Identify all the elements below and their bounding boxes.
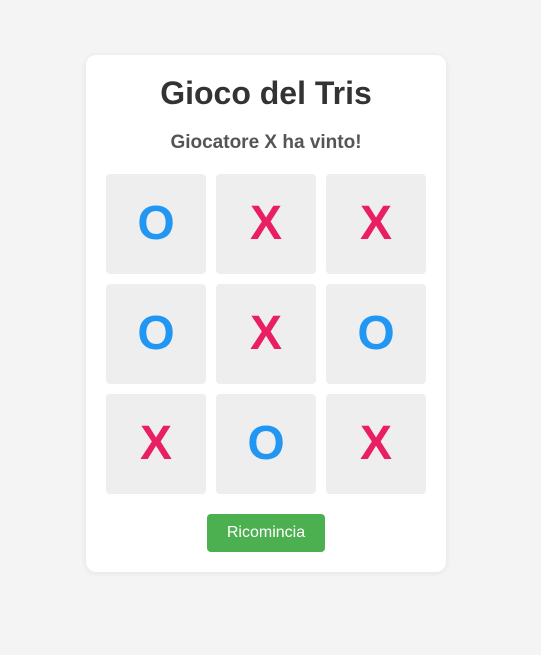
game-card: Gioco del Tris Giocatore X ha vinto! O X… bbox=[86, 55, 446, 572]
game-status: Giocatore X ha vinto! bbox=[170, 132, 362, 153]
board-cell[interactable]: O bbox=[326, 284, 426, 384]
board-cell[interactable]: O bbox=[106, 284, 206, 384]
board-cell[interactable]: X bbox=[326, 174, 426, 274]
board-cell[interactable]: O bbox=[216, 394, 316, 494]
board-cell[interactable]: O bbox=[106, 174, 206, 274]
page-title: Gioco del Tris bbox=[160, 75, 372, 111]
board-cell[interactable]: X bbox=[216, 284, 316, 384]
game-board: O X X O X O X O X bbox=[106, 174, 426, 494]
board-cell[interactable]: X bbox=[106, 394, 206, 494]
board-cell[interactable]: X bbox=[326, 394, 426, 494]
restart-button[interactable]: Ricomincia bbox=[207, 514, 325, 552]
board-cell[interactable]: X bbox=[216, 174, 316, 274]
